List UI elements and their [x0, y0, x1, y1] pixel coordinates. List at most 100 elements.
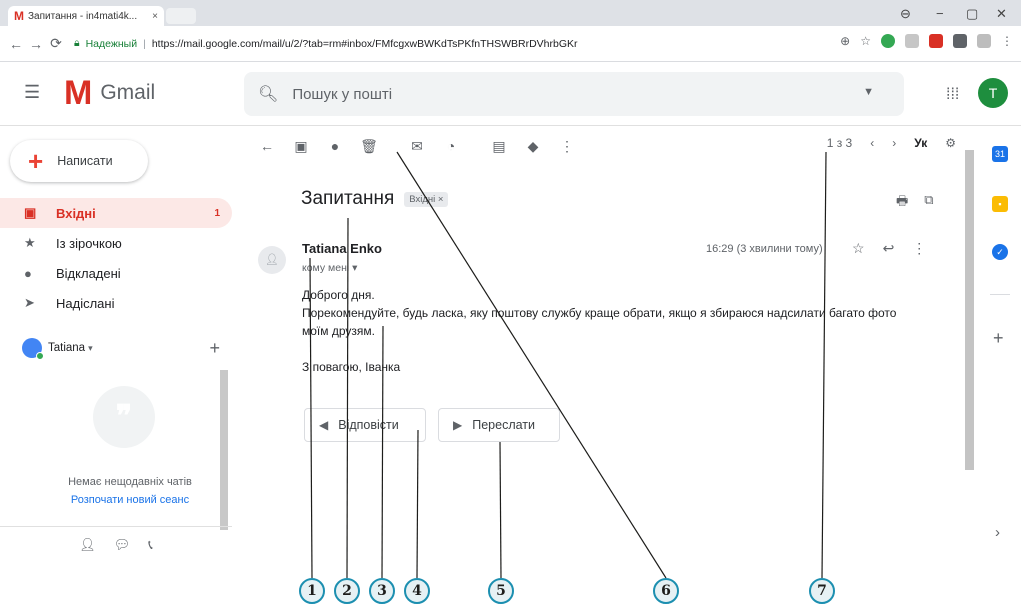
no-recent-chats-text: Немає нещодавніх чатів [68, 476, 192, 488]
report-spam-icon[interactable]: ● [318, 138, 352, 154]
message-actions: ☆ ↩ ⋮ [852, 240, 926, 257]
maximize-button[interactable]: ▢ [966, 6, 978, 22]
minimize-button[interactable]: − [936, 6, 944, 21]
star-outline-icon[interactable]: ☆ [852, 240, 865, 257]
hangouts-icon[interactable]: 💬︎ [114, 537, 131, 553]
sidebar-nav: ▣ Вхідні 1 ★ Із зірочкою ● Відкладені ➤ … [0, 198, 232, 318]
print-icon[interactable]: 🖶︎ [896, 192, 908, 214]
omnibox[interactable]: 🔒︎ Надежный | https://mail.google.com/ma… [74, 32, 934, 56]
compose-button[interactable]: + Написати [10, 140, 148, 182]
back-to-inbox-icon[interactable]: ← [250, 138, 284, 154]
tab-close-icon[interactable]: × [152, 11, 158, 22]
body-line: Порекомендуйте, будь ласка, яку поштову … [302, 306, 897, 320]
url-divider: | [143, 37, 146, 50]
extension-grey-icon[interactable] [905, 34, 919, 48]
pocket-icon[interactable] [953, 34, 967, 48]
url-text[interactable]: https://mail.google.com/mail/u/2/?tab=rm… [152, 38, 578, 50]
browser-tab[interactable]: M Запитання - in4mati4k... × [8, 6, 164, 26]
tab-title: Запитання - in4mati4k... [28, 10, 138, 22]
forward-label: Переслати [472, 418, 536, 432]
chevron-down-icon[interactable]: ▾ [88, 343, 93, 354]
hangouts-user-name: Tatiana [48, 342, 86, 354]
search-bar[interactable]: 🔍︎ Пошук у пошті ▼ [244, 72, 904, 116]
reply-button[interactable]: ◀ Відповісти [304, 408, 426, 442]
clock-icon: ● [24, 265, 32, 281]
older-chevron-icon[interactable]: › [892, 136, 896, 150]
forward-icon[interactable]: → [26, 36, 46, 52]
calendar-icon[interactable]: 31 [992, 146, 1008, 162]
more-vert-icon[interactable]: ⋮ [912, 240, 926, 257]
address-bar: ← → ⟳ 🔒︎ Надежный | https://mail.google.… [0, 26, 1021, 62]
subject-text: Запитання [301, 188, 395, 209]
extension-cloud-icon[interactable] [977, 34, 991, 48]
get-addons-icon[interactable]: + [993, 328, 1004, 349]
recipient-line[interactable]: кому мені ▾ [302, 262, 357, 274]
inbox-label-chip[interactable]: Вхідні × [404, 191, 449, 207]
body-line: моїм друзям. [302, 324, 375, 338]
subject-actions: 🖶︎ ⧉ [896, 192, 934, 214]
main-menu-icon[interactable]: ☰ [24, 82, 40, 103]
archive-icon[interactable]: ▣ [284, 138, 318, 155]
chevron-down-icon: ▾ [352, 262, 358, 274]
sidebar-item-snoozed[interactable]: ● Відкладені [0, 258, 232, 288]
reply-icon[interactable]: ↩ [883, 240, 895, 257]
google-apps-icon[interactable]: ⁞⁞⁞ [946, 86, 959, 104]
move-to-icon[interactable]: ▤ [482, 138, 516, 155]
callout-line-5 [499, 441, 502, 579]
bookmark-star-icon[interactable]: ☆ [860, 34, 871, 48]
sidebar-item-sent[interactable]: ➤ Надіслані [0, 288, 232, 318]
settings-gear-icon[interactable]: ⚙︎ [945, 136, 956, 150]
add-chat-icon[interactable]: + [209, 338, 220, 359]
back-icon[interactable]: ← [6, 36, 26, 52]
snooze-icon[interactable]: ◔ [434, 138, 468, 154]
hangouts-user[interactable]: Tatiana ▾ + [22, 336, 232, 360]
open-new-window-icon[interactable]: ⧉ [924, 192, 933, 214]
chrome-menu-icon[interactable]: ⋮ [1001, 34, 1013, 48]
body-signoff: З повагою, Іванка [302, 360, 401, 374]
lock-icon: 🔒︎ [74, 37, 80, 49]
gmail-header: ☰ M Gmail 🔍︎ Пошук у пошті ▼ ⁞⁞⁞ T [0, 62, 1021, 126]
callout-1: 1 [299, 578, 325, 604]
browser-tab-bar: M Запитання - in4mati4k... × ⊖ − ▢ ✕ [0, 0, 1021, 26]
mark-unread-icon[interactable]: ✉︎ [400, 138, 434, 155]
sidebar-item-inbox[interactable]: ▣ Вхідні 1 [0, 198, 232, 228]
zoom-icon[interactable]: ⊕ [840, 34, 850, 48]
extension-red-icon[interactable] [929, 34, 943, 48]
main-scrollbar[interactable] [965, 150, 974, 470]
reload-icon[interactable]: ⟳ [46, 35, 66, 52]
online-status-dot [36, 352, 44, 360]
sidebar-item-starred[interactable]: ★ Із зірочкою [0, 228, 232, 258]
chat-tabs: 👤︎ 💬︎ 📞︎ [0, 526, 232, 562]
expand-panel-icon[interactable]: › [995, 524, 1000, 541]
sidebar-scrollbar[interactable] [220, 370, 228, 530]
plus-icon: + [28, 146, 44, 176]
callout-3: 3 [369, 578, 395, 604]
account-avatar[interactable]: T [978, 78, 1008, 108]
close-window-button[interactable]: ✕ [996, 6, 1007, 22]
reply-label: Відповісти [338, 418, 399, 432]
input-language-selector[interactable]: Ук [914, 136, 927, 150]
forward-button[interactable]: ▶ Переслати [438, 408, 560, 442]
gmail-logo[interactable]: M Gmail [64, 76, 155, 110]
gmail-favicon-icon: M [14, 9, 24, 23]
search-options-icon[interactable]: ▼ [863, 86, 874, 98]
search-icon[interactable]: 🔍︎ [258, 84, 278, 104]
recipient-text: кому мені [302, 262, 350, 274]
contacts-icon[interactable]: 👤︎ [79, 537, 96, 553]
phone-icon[interactable]: 📞︎ [148, 537, 153, 553]
start-new-session-link[interactable]: Розпочати новий сеанс [40, 494, 220, 506]
delete-icon[interactable]: 🗑︎ [352, 138, 386, 155]
label-icon[interactable]: ◆ [516, 138, 550, 155]
extension-green-icon[interactable] [881, 34, 895, 48]
gmail-wordmark: Gmail [100, 81, 156, 104]
send-icon: ➤ [24, 295, 35, 310]
keep-icon[interactable]: ▪ [992, 196, 1008, 212]
tasks-icon[interactable]: ✓ [992, 244, 1008, 260]
new-tab-button[interactable] [166, 8, 196, 24]
profile-icon[interactable]: ⊖ [900, 6, 911, 22]
sidebar-item-label: Надіслані [56, 295, 115, 311]
search-input[interactable]: Пошук у пошті [292, 86, 392, 103]
newer-chevron-icon[interactable]: ‹ [870, 136, 874, 150]
sender-name[interactable]: Tatiana Enko [302, 241, 382, 256]
more-options-icon[interactable]: ⋮ [550, 138, 584, 155]
